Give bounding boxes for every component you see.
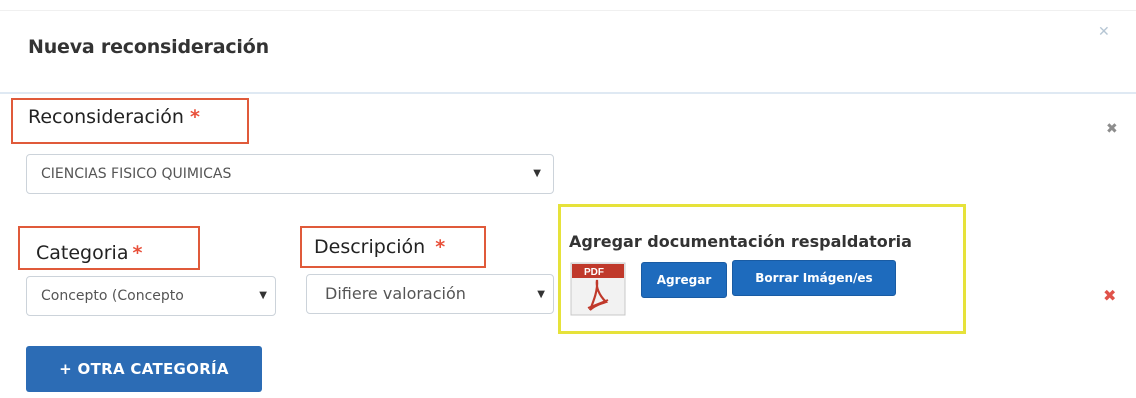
required-mark: * bbox=[132, 242, 143, 264]
categoria-value: Concepto (Concepto bbox=[41, 288, 184, 304]
close-icon[interactable]: ✕ bbox=[1098, 24, 1110, 38]
modal-header: Nueva reconsideración ✕ bbox=[0, 0, 1136, 94]
upload-title: Agregar documentación respaldatoria bbox=[569, 232, 912, 251]
reconsideracion-value: CIENCIAS FISICO QUIMICAS bbox=[41, 166, 232, 182]
add-category-button[interactable]: + OTRA CATEGORÍA bbox=[26, 346, 262, 392]
modal-dialog: Nueva reconsideración ✕ Reconsideración *… bbox=[0, 0, 1136, 398]
descripcion-select[interactable]: Difiere valoración ▼ bbox=[306, 274, 554, 314]
descripcion-label-text: Descripción bbox=[314, 236, 426, 258]
reconsideracion-label: Reconsideración * bbox=[28, 106, 200, 128]
required-mark: * bbox=[189, 106, 200, 128]
chevron-down-icon: ▼ bbox=[255, 290, 267, 301]
categoria-select[interactable]: Concepto (Concepto ▼ bbox=[26, 276, 276, 316]
pdf-file-icon: PDF bbox=[570, 262, 626, 316]
add-document-button[interactable]: Agregar bbox=[641, 262, 727, 298]
remove-row-icon[interactable]: ✖ bbox=[1103, 288, 1116, 304]
categoria-label-text: Categoria bbox=[36, 242, 129, 264]
reconsideracion-select[interactable]: CIENCIAS FISICO QUIMICAS ▼ bbox=[26, 154, 554, 194]
chevron-down-icon: ▼ bbox=[537, 289, 545, 300]
reconsideracion-label-text: Reconsideración bbox=[28, 106, 184, 128]
categoria-label: Categoria * bbox=[36, 242, 142, 264]
pdf-icon-label: PDF bbox=[584, 267, 604, 278]
remove-row-icon[interactable]: ✖ bbox=[1106, 122, 1118, 136]
clear-images-button[interactable]: Borrar Imágen/es bbox=[732, 260, 896, 296]
descripcion-value: Difiere valoración bbox=[325, 284, 466, 303]
modal-title: Nueva reconsideración bbox=[28, 36, 269, 58]
required-mark: * bbox=[435, 236, 446, 258]
chevron-down-icon: ▼ bbox=[533, 168, 541, 179]
descripcion-label: Descripción * bbox=[314, 236, 445, 258]
